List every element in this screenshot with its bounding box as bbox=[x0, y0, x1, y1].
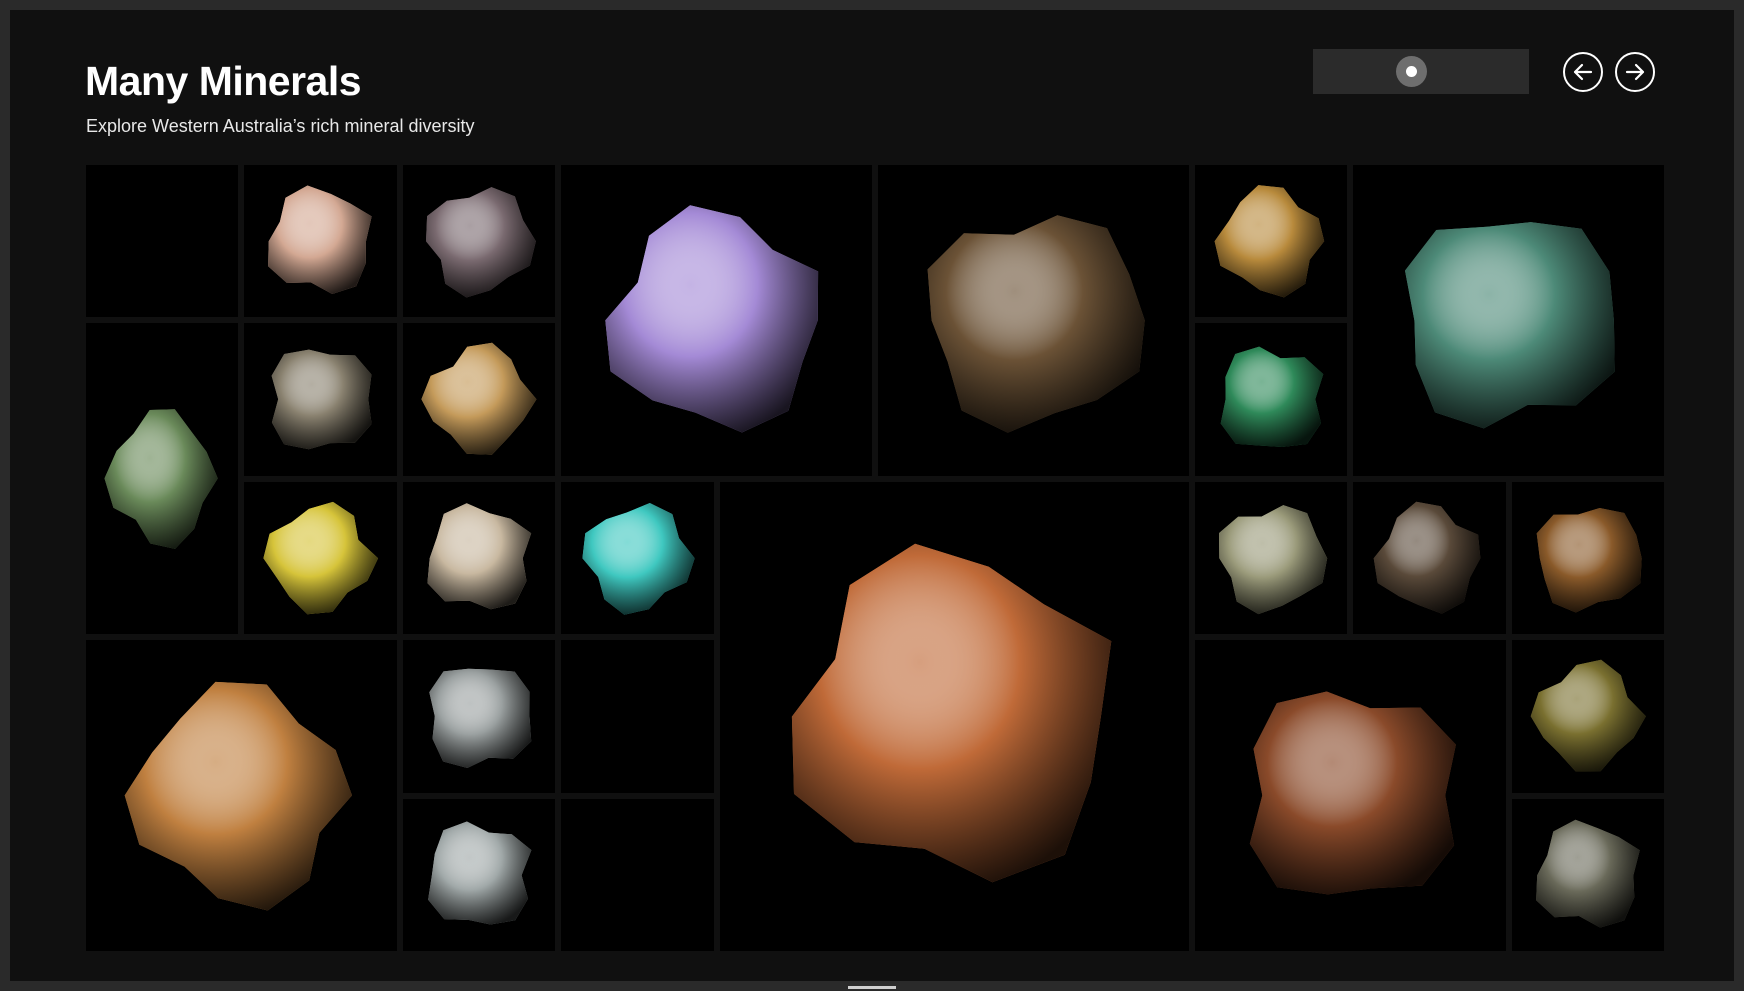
mineral-specimen-icon bbox=[1535, 819, 1640, 928]
mineral-shading bbox=[425, 187, 536, 298]
mineral-shading bbox=[1249, 691, 1456, 895]
mineral-shading bbox=[104, 409, 218, 550]
specimen-tile[interactable] bbox=[1194, 323, 1348, 476]
specimen-tile[interactable] bbox=[402, 798, 556, 951]
specimen-tile[interactable] bbox=[1353, 481, 1506, 635]
mineral-specimen-icon bbox=[1405, 222, 1615, 429]
specimen-tile[interactable] bbox=[1353, 165, 1664, 476]
mineral-specimen-icon bbox=[1530, 659, 1646, 772]
specimen-tile[interactable] bbox=[86, 323, 239, 635]
mineral-shading bbox=[263, 501, 379, 614]
mineral-specimen-icon bbox=[1536, 507, 1642, 613]
specimen-tile[interactable] bbox=[1194, 481, 1348, 635]
specimen-tile[interactable] bbox=[244, 481, 397, 635]
specimen-tile[interactable] bbox=[1194, 640, 1506, 951]
specimen-tile[interactable] bbox=[86, 640, 397, 951]
mineral-shading bbox=[1214, 185, 1324, 298]
previous-button[interactable] bbox=[1563, 52, 1603, 92]
specimen-tile[interactable] bbox=[878, 165, 1189, 476]
specimen-tile[interactable] bbox=[561, 165, 872, 476]
specimen-tile[interactable] bbox=[402, 481, 556, 635]
specimen-tile[interactable] bbox=[561, 481, 714, 635]
mineral-shading bbox=[1535, 819, 1640, 928]
mineral-shading bbox=[271, 349, 372, 450]
scroll-thumb[interactable] bbox=[1396, 56, 1427, 87]
mineral-shading bbox=[1220, 346, 1324, 448]
specimen-tile[interactable] bbox=[719, 481, 1189, 951]
mineral-grid bbox=[86, 165, 1664, 951]
mineral-shading bbox=[1530, 659, 1646, 772]
specimen-tile[interactable] bbox=[244, 165, 397, 318]
specimen-tile[interactable] bbox=[561, 798, 714, 951]
mineral-shading bbox=[427, 821, 532, 925]
mineral-shading bbox=[124, 682, 352, 911]
specimen-tile[interactable] bbox=[1511, 481, 1664, 635]
home-indicator bbox=[848, 986, 896, 989]
page-subtitle: Explore Western Australia’s rich mineral… bbox=[86, 116, 475, 136]
mineral-specimen-icon bbox=[104, 409, 218, 550]
mineral-shading bbox=[791, 543, 1111, 883]
mineral-specimen-icon bbox=[427, 503, 531, 610]
mineral-shading bbox=[605, 205, 819, 433]
mineral-shading bbox=[1218, 504, 1327, 614]
gallery-screen: Many Minerals Explore Western Australia’… bbox=[10, 10, 1734, 981]
specimen-tile[interactable] bbox=[402, 640, 556, 793]
arrow-left-icon bbox=[1573, 63, 1593, 81]
mineral-specimen-icon bbox=[271, 349, 372, 450]
specimen-tile[interactable] bbox=[402, 165, 556, 318]
mineral-shading bbox=[1536, 507, 1642, 613]
mineral-shading bbox=[421, 343, 537, 456]
mineral-specimen-icon bbox=[605, 205, 819, 433]
mineral-specimen-icon bbox=[263, 501, 379, 614]
specimen-tile[interactable] bbox=[561, 640, 714, 793]
specimen-tile[interactable] bbox=[1511, 640, 1664, 793]
mineral-specimen-icon bbox=[1218, 504, 1327, 614]
mineral-specimen-icon bbox=[927, 215, 1145, 433]
mineral-shading bbox=[268, 185, 373, 294]
mineral-specimen-icon bbox=[421, 343, 537, 456]
mineral-specimen-icon bbox=[1214, 185, 1324, 298]
mineral-specimen-icon bbox=[427, 821, 532, 925]
mineral-specimen-icon bbox=[582, 502, 695, 615]
mineral-specimen-icon bbox=[791, 543, 1111, 883]
specimen-tile[interactable] bbox=[402, 323, 556, 476]
horizontal-scrollbar[interactable] bbox=[1313, 49, 1529, 94]
mineral-shading bbox=[427, 503, 531, 610]
mineral-specimen-icon bbox=[124, 682, 352, 911]
mineral-specimen-icon bbox=[429, 668, 531, 769]
specimen-tile[interactable] bbox=[1194, 165, 1348, 318]
mineral-specimen-icon bbox=[268, 185, 373, 294]
specimen-tile[interactable] bbox=[86, 165, 239, 318]
mineral-shading bbox=[927, 215, 1145, 433]
mineral-specimen-icon bbox=[1249, 691, 1456, 895]
page-title: Many Minerals bbox=[85, 58, 362, 104]
arrow-right-icon bbox=[1625, 63, 1645, 81]
mineral-shading bbox=[582, 502, 695, 615]
mineral-shading bbox=[1373, 501, 1481, 614]
mineral-shading bbox=[429, 668, 531, 769]
next-button[interactable] bbox=[1615, 52, 1655, 92]
specimen-tile[interactable] bbox=[244, 323, 397, 476]
mineral-specimen-icon bbox=[425, 187, 536, 298]
mineral-specimen-icon bbox=[1373, 501, 1481, 614]
specimen-tile[interactable] bbox=[1511, 798, 1664, 951]
mineral-shading bbox=[1405, 222, 1615, 429]
mineral-specimen-icon bbox=[1220, 346, 1324, 448]
